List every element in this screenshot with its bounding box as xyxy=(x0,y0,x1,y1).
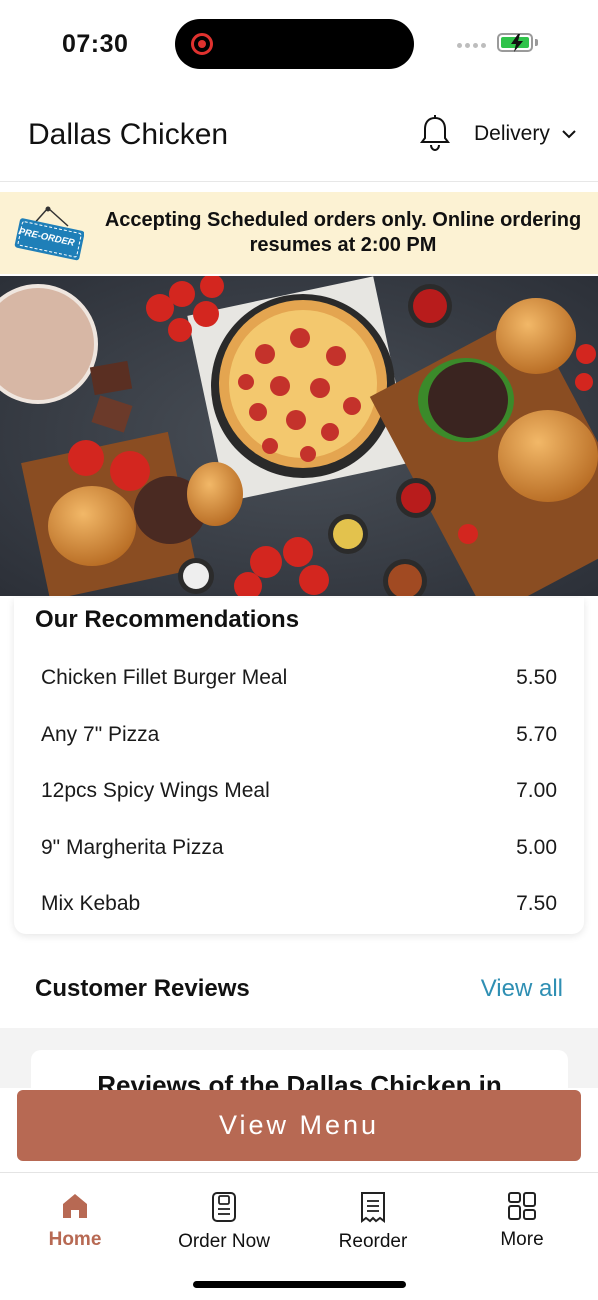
signal-icon xyxy=(457,43,486,48)
tab-order-now[interactable]: Order Now xyxy=(159,1191,289,1253)
item-name: 12pcs Spicy Wings Meal xyxy=(41,779,270,803)
home-icon xyxy=(63,1194,87,1218)
hero-food-image xyxy=(0,276,598,596)
recording-indicator-icon xyxy=(191,33,213,55)
battery-cap xyxy=(535,39,538,46)
customer-reviews-header: Customer Reviews View all xyxy=(14,948,584,1028)
recommendation-item[interactable]: Any 7" Pizza 5.70 xyxy=(41,707,557,764)
tab-label: Home xyxy=(48,1229,102,1250)
item-name: Mix Kebab xyxy=(41,892,141,916)
delivery-label: Delivery xyxy=(474,122,550,145)
receipt-icon xyxy=(361,1192,385,1223)
order-icon xyxy=(212,1192,236,1222)
recommendation-item[interactable]: 9" Margherita Pizza 5.00 xyxy=(41,820,557,877)
recommendation-item[interactable]: Mix Kebab 7.50 xyxy=(41,876,557,933)
recommendations-card: Our Recommendations Chicken Fillet Burge… xyxy=(14,598,584,934)
tab-more[interactable]: More xyxy=(457,1191,587,1251)
item-price: 5.50 xyxy=(516,666,557,690)
recommendations-title: Our Recommendations xyxy=(35,606,300,633)
item-name: 9" Margherita Pizza xyxy=(41,835,224,859)
item-price: 7.50 xyxy=(516,892,557,916)
item-price: 5.70 xyxy=(516,722,557,746)
item-name: Chicken Fillet Burger Meal xyxy=(41,666,288,690)
status-bar: 07:30 xyxy=(0,0,598,92)
reviews-title: Customer Reviews xyxy=(35,975,250,1002)
restaurant-name: Dallas Chicken xyxy=(28,118,229,151)
tab-label: Order Now xyxy=(178,1231,270,1252)
banner-message: Accepting Scheduled orders only. Online … xyxy=(104,209,582,256)
app-header: Dallas Chicken Delivery xyxy=(0,92,598,182)
tab-home[interactable]: Home xyxy=(10,1191,140,1251)
tab-label: More xyxy=(500,1229,544,1250)
item-price: 7.00 xyxy=(516,779,557,803)
chevron-down-icon xyxy=(562,130,576,139)
delivery-mode-select[interactable]: Delivery xyxy=(474,122,576,146)
recommendations-list: Chicken Fillet Burger Meal 5.50 Any 7" P… xyxy=(41,650,557,933)
tab-reorder[interactable]: Reorder xyxy=(308,1191,438,1253)
recommendation-item[interactable]: 12pcs Spicy Wings Meal 7.00 xyxy=(41,763,557,820)
home-indicator xyxy=(193,1281,406,1288)
preorder-banner: PRE-ORDER Accepting Scheduled orders onl… xyxy=(0,192,598,274)
view-all-reviews-link[interactable]: View all xyxy=(481,975,563,1003)
item-name: Any 7" Pizza xyxy=(41,722,160,746)
tab-label: Reorder xyxy=(338,1231,408,1252)
bell-icon[interactable] xyxy=(419,114,451,152)
recommendation-item[interactable]: Chicken Fillet Burger Meal 5.50 xyxy=(41,650,557,707)
dynamic-island xyxy=(175,19,414,69)
grid-icon xyxy=(508,1192,536,1220)
view-menu-button[interactable]: View Menu xyxy=(17,1090,581,1161)
battery-icon xyxy=(497,33,533,52)
status-time: 07:30 xyxy=(62,30,129,58)
item-price: 5.00 xyxy=(516,835,557,859)
